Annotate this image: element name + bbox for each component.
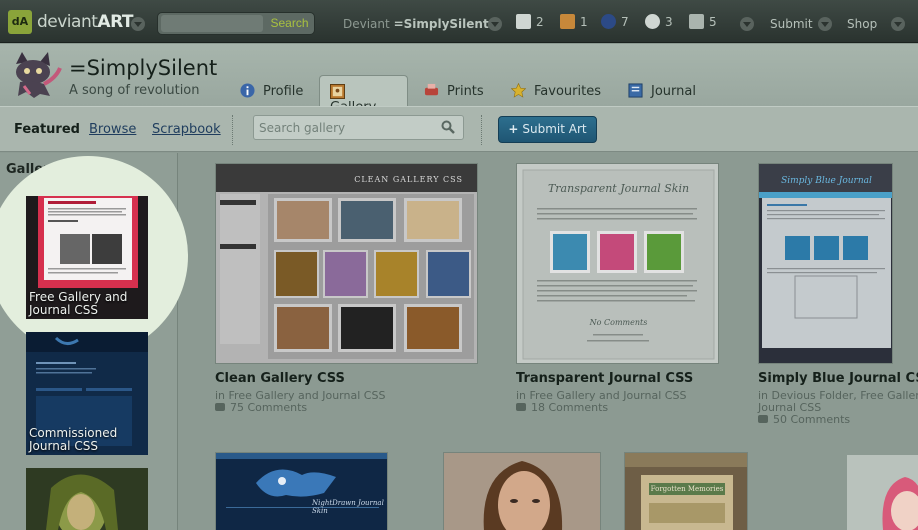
submit-link[interactable]: Submit	[770, 17, 813, 31]
deviation-thumb-portrait[interactable]	[443, 452, 601, 530]
comment-bubble-icon	[215, 403, 225, 411]
deviation-comments[interactable]: 50 Comments	[758, 413, 850, 426]
deviation-icon	[560, 14, 575, 29]
deviation-thumb-clean-gallery[interactable]: CLEAN GALLERY CSS	[215, 163, 478, 364]
subnav-featured[interactable]: Featured	[14, 122, 80, 137]
thumb-no-comments-text: No Comments	[589, 318, 648, 327]
comments-icon	[645, 14, 660, 29]
comment-bubble-icon	[758, 415, 768, 423]
gallery-search-input[interactable]	[259, 119, 434, 136]
tab-profile[interactable]: Profile	[240, 75, 313, 106]
folder-name: Commissioned Journal CSS	[29, 426, 118, 453]
tab-favourites[interactable]: Favourites	[511, 75, 611, 106]
thumb-header-text: Forgotten Memories	[650, 485, 724, 493]
deviant-menu-caret-icon[interactable]	[488, 17, 502, 31]
deviation-thumbnail	[216, 164, 477, 363]
deviation-title[interactable]: Transparent Journal CSS	[516, 371, 693, 386]
deviation-thumb-simply-blue-journal[interactable]: Simply Blue Journal	[758, 163, 893, 364]
deviation-title[interactable]: Clean Gallery CSS	[215, 371, 345, 386]
deviation-thumbnail	[847, 455, 918, 530]
top-bar: dA deviantART Search Deviant =SimplySile…	[0, 0, 918, 43]
logo-menu-caret-icon[interactable]	[131, 17, 145, 31]
deviation-thumbnail	[759, 164, 892, 363]
toolbar-divider	[232, 115, 233, 145]
folder-third[interactable]	[26, 468, 148, 530]
site-search: Search	[157, 12, 315, 35]
search-icon[interactable]	[441, 120, 455, 134]
activity-icon	[689, 14, 704, 29]
info-icon	[240, 83, 255, 98]
plus-icon: +	[508, 122, 519, 136]
star-icon	[511, 83, 526, 98]
toolbar-divider	[481, 115, 482, 145]
avatar[interactable]	[10, 50, 62, 100]
comments-counter[interactable]: 3	[645, 14, 673, 29]
comment-bubble-icon	[516, 403, 526, 411]
deviation-thumbnail	[444, 453, 600, 530]
deviation-thumb-anime[interactable]	[847, 455, 918, 530]
deviant-menu[interactable]: Deviant =SimplySilent	[343, 17, 489, 31]
deviation-thumbnail	[216, 453, 387, 530]
folder-name: Free Gallery and Journal CSS	[29, 290, 128, 317]
deviations-counter[interactable]: 1	[560, 14, 588, 29]
gallery-toolbar: Featured Browse Scrapbook +Submit Art	[0, 106, 918, 152]
folder-free-gallery-journal-css[interactable]: Free Gallery and Journal CSS	[26, 196, 148, 319]
site-search-input[interactable]	[161, 15, 263, 32]
prints-icon	[424, 83, 439, 96]
notes-counter[interactable]: 2	[516, 14, 544, 29]
deviantart-logo-text[interactable]: deviantART	[37, 12, 133, 32]
journal-icon	[628, 83, 643, 98]
deviation-thumb-nightdrawn-journal[interactable]: NightDrawn Journal Skin	[215, 452, 388, 530]
subnav-scrapbook[interactable]: Scrapbook	[152, 122, 221, 137]
submit-caret-icon[interactable]	[818, 17, 832, 31]
gallery-search	[253, 115, 464, 140]
watch-icon	[601, 14, 616, 29]
deviation-thumb-transparent-journal[interactable]: Transparent Journal Skin No Comments	[516, 163, 719, 364]
submit-art-button[interactable]: + Submit Art	[498, 116, 597, 143]
tab-prints[interactable]: Prints	[424, 75, 494, 106]
site-search-button[interactable]: Search	[266, 14, 313, 33]
shop-caret-icon[interactable]	[891, 17, 905, 31]
deviation-comments[interactable]: 75 Comments	[215, 401, 307, 414]
deviation-title[interactable]: Simply Blue Journal CSS	[758, 371, 918, 386]
folder-thumbnail	[26, 468, 148, 530]
username[interactable]: =SimplySilent	[69, 56, 217, 80]
thumb-header-text: Simply Blue Journal	[781, 176, 872, 186]
thumb-header-text: CLEAN GALLERY CSS	[354, 175, 463, 184]
notes-icon	[516, 14, 531, 29]
folder-commissioned-journal-css[interactable]: Commissioned Journal CSS	[26, 332, 148, 455]
more-menu-caret-icon[interactable]	[740, 17, 754, 31]
gallery-icon	[330, 84, 345, 99]
deviation-comments[interactable]: 18 Comments	[516, 401, 608, 414]
thumb-header-text: Transparent Journal Skin	[547, 182, 690, 195]
shop-link[interactable]: Shop	[847, 17, 877, 31]
deviation-thumb-forgotten-memories[interactable]: Forgotten Memories	[624, 452, 748, 530]
tab-gallery[interactable]: Gallery	[319, 75, 408, 115]
deviantart-logo-icon[interactable]: dA	[8, 10, 32, 34]
profile-header: =SimplySilent A song of revolution Profi…	[0, 44, 918, 115]
tab-journal[interactable]: Journal	[628, 75, 706, 106]
watch-counter[interactable]: 7	[601, 14, 629, 29]
thumb-header-text: NightDrawn Journal Skin	[312, 499, 384, 515]
user-tagline: A song of revolution	[69, 83, 200, 98]
activity-counter[interactable]: 5	[689, 14, 717, 29]
subnav-browse[interactable]: Browse	[89, 122, 136, 137]
